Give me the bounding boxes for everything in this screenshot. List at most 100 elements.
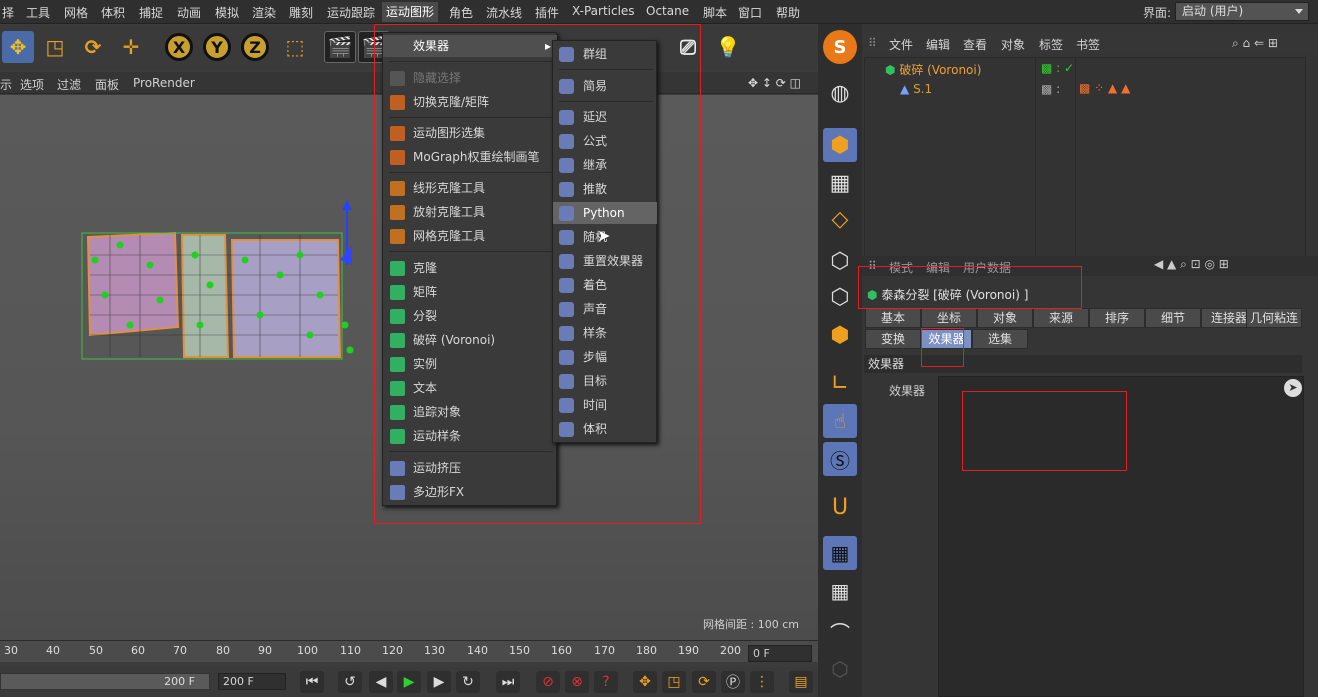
object-row-voronoi[interactable]: ⬢ 破碎 (Voronoi) [885,61,981,78]
pick-cursor-icon[interactable]: ➤ [1284,379,1302,397]
om-menu-file[interactable]: 文件 [889,36,913,53]
effector-formula[interactable]: 公式 [553,130,657,152]
effector-reeffector[interactable]: 重置效果器 [553,250,657,272]
key-pla-icon[interactable]: ⋮ [750,671,774,693]
end-frame-field[interactable]: 200 F [218,673,286,690]
menu-item-voronoi[interactable]: 破碎 (Voronoi) [383,329,557,351]
menu-motion-tracking[interactable]: 运动跟踪 [327,4,375,21]
menu-mograph[interactable]: 运动图形 [382,2,439,22]
menu-item-text[interactable]: 文本 [383,377,557,399]
axis-x-toggle[interactable]: X [165,33,193,61]
menu-item-toggle-clone[interactable]: 切换克隆/矩阵 [383,91,557,113]
vp-menu-view[interactable]: 示 [0,76,12,93]
menu-item-polyfx[interactable]: 多边形FX [383,481,557,503]
menu-item-radial-clone[interactable]: 放射克隆工具 [383,201,557,223]
effector-push-apart[interactable]: 推散 [553,178,657,200]
timeline-window-icon[interactable]: ▤ [789,671,813,693]
snap-icon[interactable]: Ⓢ [823,442,857,476]
frame-range-slider[interactable]: 200 F [0,673,210,690]
menu-animate[interactable]: 动画 [177,4,201,21]
light-icon[interactable]: 💡 [712,31,744,63]
vp-menu-prorender[interactable]: ProRender [133,76,195,90]
tab-effectors[interactable]: 效果器 [921,329,972,349]
timeline-ruler[interactable]: 30 40 50 60 70 80 90 100 110 120 130 140… [0,640,818,662]
menu-item-matrix[interactable]: 矩阵 [383,281,557,303]
menu-volume[interactable]: 体积 [101,4,125,21]
am-menu-userdata[interactable]: 用户数据 [963,259,1011,276]
menu-item-weight-paint[interactable]: MoGraph权重绘制画笔 [383,146,557,168]
om-menu-tags[interactable]: 标签 [1039,36,1063,53]
menu-item-cloner[interactable]: 克隆 [383,257,557,279]
planar-workplane-icon[interactable]: ▦ [823,574,857,608]
menu-plugins[interactable]: 插件 [535,4,559,21]
goto-start-icon[interactable]: ⏮ [300,671,324,693]
am-menu-edit[interactable]: 编辑 [926,259,950,276]
menu-item-instance[interactable]: 实例 [383,353,557,375]
menu-tools[interactable]: 工具 [26,4,50,21]
menu-octane[interactable]: Octane [646,4,689,18]
menu-item-tracer[interactable]: 追踪对象 [383,401,557,423]
record-icon[interactable]: ⊘ [536,671,560,693]
om-menu-bookmarks[interactable]: 书签 [1076,36,1100,53]
effector-plain[interactable]: 简易 [553,75,657,97]
tab-object[interactable]: 对象 [977,308,1033,328]
menu-simulate[interactable]: 模拟 [215,4,239,21]
menu-item-fracture[interactable]: 分裂 [383,305,557,327]
points-mode-icon[interactable]: ⬡ [823,244,857,278]
tweak-mode-icon[interactable]: ☝ [823,404,857,438]
tab-coord[interactable]: 坐标 [921,308,977,328]
menu-pipeline[interactable]: 流水线 [486,4,522,21]
key-help-icon[interactable]: ? [594,671,618,693]
workplane-icon[interactable]: ◇ [823,202,857,236]
texture-mode-icon[interactable]: ▦ [823,166,857,200]
tab-basic[interactable]: 基本 [865,308,921,328]
effector-time[interactable]: 时间 [553,394,657,416]
edges-mode-icon[interactable]: ⬡ [823,280,857,314]
model-mode-icon[interactable]: ⬢ [823,128,857,162]
visibility-check-icon[interactable]: ▩ : ✓ [1041,61,1074,75]
effector-target[interactable]: 目标 [553,370,657,392]
menu-character[interactable]: 角色 [449,4,473,21]
lock-workplane-icon[interactable]: ▦ [823,536,857,570]
effector-inheritance[interactable]: 继承 [553,154,657,176]
menu-item-extrude[interactable]: 运动挤压 [383,457,557,479]
key-scale-icon[interactable]: ◳ [662,671,686,693]
rotate-tool-icon[interactable]: ⟳ [77,31,109,63]
play-icon[interactable]: ▶ [397,671,421,693]
menu-item-effectors[interactable]: 效果器 ▸ [383,35,557,57]
effector-spline[interactable]: 样条 [553,322,657,344]
effector-step[interactable]: 步幅 [553,346,657,368]
vp-menu-filter[interactable]: 过滤 [57,76,81,93]
layout-select[interactable]: 启动 (用户) [1175,2,1309,21]
menu-window[interactable]: 窗口 [738,4,762,21]
render-view-icon[interactable]: 🎬 [324,31,356,63]
vp-menu-options[interactable]: 选项 [20,76,44,93]
menu-select[interactable]: 择 [2,4,14,21]
next-frame-icon[interactable]: ▶ [427,671,451,693]
key-move-icon[interactable]: ✥ [633,671,657,693]
object-tree[interactable]: ⬢ 破碎 (Voronoi) ▲ S.1 ▩ : ✓ ▩ : ▩ ⁘ ▲ ▲ [864,57,1306,272]
om-menu-edit[interactable]: 编辑 [926,36,950,53]
tab-transform[interactable]: 变换 [865,329,921,349]
menu-help[interactable]: 帮助 [776,4,800,21]
am-nav-icons[interactable]: ◀ ▲ ⌕ ⊡ ◎ ⊞ [1154,257,1229,272]
om-menu-view[interactable]: 查看 [963,36,987,53]
current-frame-field[interactable]: 0 F [748,645,812,662]
vp-menu-panel[interactable]: 面板 [95,76,119,93]
menu-item-grid-clone[interactable]: 网格克隆工具 [383,225,557,247]
menu-item-mospline[interactable]: 运动样条 [383,425,557,447]
goto-end-icon[interactable]: ⏭ [496,671,520,693]
tab-source[interactable]: 来源 [1033,308,1089,328]
magnet-icon[interactable]: U [823,490,857,524]
menu-script[interactable]: 脚本 [703,4,727,21]
om-menu-objects[interactable]: 对象 [1001,36,1025,53]
live-select-icon[interactable]: ✛ [115,31,147,63]
prev-frame-icon[interactable]: ◀ [369,671,393,693]
polygons-mode-icon[interactable]: ⬢ [823,318,857,352]
key-rotate-icon[interactable]: ⟳ [692,671,716,693]
viewport-nav-icon[interactable]: ✥ ↕ ⟳ ◫ [748,76,801,90]
menu-item-mograph-selection[interactable]: 运动图形选集 [383,122,557,144]
effector-sound[interactable]: 声音 [553,298,657,320]
effector-delay[interactable]: 延迟 [553,106,657,128]
tab-geometry-glue[interactable]: 几何粘连 [1246,308,1302,328]
